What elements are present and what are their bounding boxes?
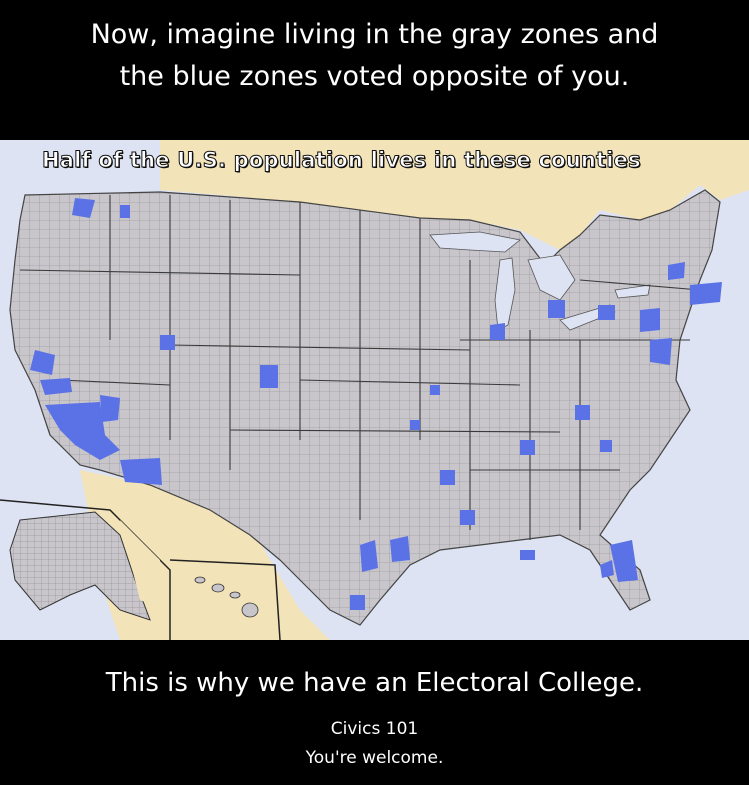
bottom-subtext-line-1: Civics 101 [330, 719, 419, 739]
top-caption-line-1: Now, imagine living in the gray zones an… [90, 19, 659, 50]
us-county-map: Half of the U.S. population lives in the… [0, 140, 749, 640]
bottom-caption: This is why we have an Electoral College… [105, 668, 644, 698]
map-caption: Half of the U.S. population lives in the… [42, 148, 642, 173]
top-caption: Now, imagine living in the gray zones an… [0, 14, 749, 98]
meme-image: Now, imagine living in the gray zones an… [0, 0, 749, 785]
bottom-subtext-line-2: You're welcome. [305, 748, 444, 768]
bottom-subtext: Civics 101 You're welcome. [0, 715, 749, 773]
top-caption-line-2: the blue zones voted opposite of you. [119, 61, 630, 92]
